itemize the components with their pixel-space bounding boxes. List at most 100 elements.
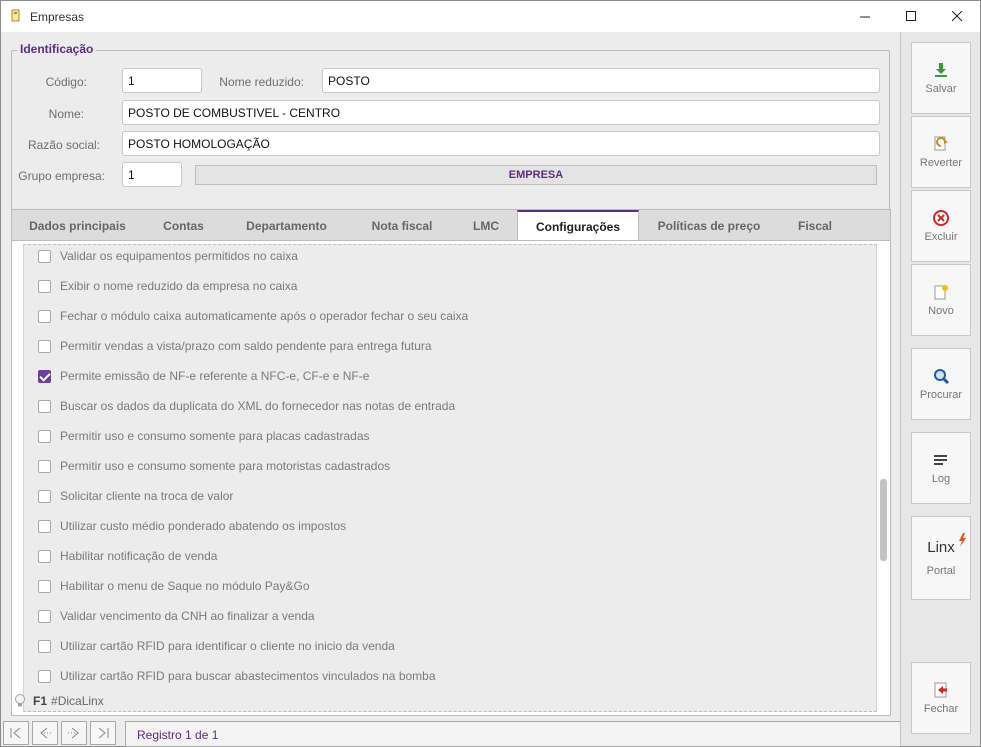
checkbox-checked[interactable]: [38, 369, 51, 383]
action-toolbar: Salvar Reverter Excluir Novo Procurar Lo…: [900, 32, 980, 746]
last-record-button[interactable]: [90, 721, 116, 745]
last-icon: [98, 727, 109, 739]
grupo-empresa-name: EMPRESA: [195, 165, 877, 185]
codigo-field[interactable]: 1: [122, 68, 202, 93]
delete-icon: [933, 210, 949, 226]
nome-reduzido-field[interactable]: POSTO: [322, 68, 880, 93]
checkbox[interactable]: [38, 429, 51, 443]
vertical-scrollbar[interactable]: [879, 244, 889, 712]
option-label: Exibir o nome reduzido da empresa no cai…: [60, 279, 298, 293]
close-icon: [951, 11, 962, 22]
tab-nota-fiscal[interactable]: Nota fiscal: [349, 210, 455, 241]
app-icon: [11, 9, 20, 22]
linx-logo: Linx: [927, 533, 967, 563]
tab-lmc[interactable]: LMC: [455, 210, 517, 241]
next-icon: [68, 727, 79, 739]
option-item[interactable]: Habilitar o menu de Saque no módulo Pay&…: [38, 577, 310, 595]
checkbox[interactable]: [38, 339, 51, 353]
option-item[interactable]: Permite emissão de NF-e referente a NFC-…: [38, 367, 369, 385]
first-icon: [10, 727, 21, 739]
checkbox[interactable]: [38, 399, 51, 413]
option-item[interactable]: Buscar os dados da duplicata do XML do f…: [38, 397, 455, 415]
checkbox[interactable]: [38, 579, 51, 593]
checkbox[interactable]: [38, 309, 51, 323]
novo-button[interactable]: Novo: [911, 264, 971, 336]
option-item[interactable]: Validar os equipamentos permitidos no ca…: [38, 247, 298, 265]
checkbox[interactable]: [38, 279, 51, 293]
checkbox[interactable]: [38, 609, 51, 623]
tip-text: #DicaLinx: [51, 694, 104, 708]
record-navigator: Registro 1 de 1: [1, 719, 900, 747]
tab-configuracoes[interactable]: Configurações: [517, 210, 639, 242]
revert-icon: [934, 136, 948, 151]
option-item[interactable]: Solicitar cliente na troca de valor: [38, 487, 233, 505]
options-list: Validar os equipamentos permitidos no ca…: [23, 244, 877, 712]
option-label: Utilizar cartão RFID para identificar o …: [60, 639, 395, 653]
portal-button[interactable]: Linx Portal: [911, 516, 971, 600]
app-window: Empresas Identificação Código: 1 Nome re…: [0, 0, 981, 747]
razao-social-label: Razão social:: [27, 138, 100, 152]
checkbox[interactable]: [38, 459, 51, 473]
option-label: Permitir uso e consumo somente para plac…: [60, 429, 370, 443]
novo-label: Novo: [928, 305, 954, 317]
salvar-label: Salvar: [925, 83, 957, 95]
option-label: Validar os equipamentos permitidos no ca…: [60, 249, 298, 263]
option-item[interactable]: Permitir uso e consumo somente para moto…: [38, 457, 390, 475]
option-item[interactable]: Utilizar cartão RFID para identificar o …: [38, 637, 395, 655]
identificacao-title: Identificação: [17, 42, 97, 56]
configuracoes-panel: Validar os equipamentos permitidos no ca…: [11, 240, 891, 716]
fechar-button[interactable]: Fechar: [911, 662, 971, 734]
close-window-button[interactable]: [934, 1, 980, 32]
fechar-label: Fechar: [923, 703, 959, 715]
procurar-button[interactable]: Procurar: [911, 348, 971, 420]
razao-social-field[interactable]: POSTO HOMOLOGAÇÃO: [122, 131, 880, 156]
nome-field[interactable]: POSTO DE COMBUSTIVEL - CENTRO: [122, 100, 880, 125]
log-button[interactable]: Log: [911, 432, 971, 504]
minimize-button[interactable]: [842, 1, 888, 32]
first-record-button[interactable]: [3, 721, 29, 745]
next-record-button[interactable]: [61, 721, 87, 745]
option-item[interactable]: Exibir o nome reduzido da empresa no cai…: [38, 277, 297, 295]
checkbox[interactable]: [38, 669, 51, 683]
option-item[interactable]: Utilizar cartão RFID para buscar abastec…: [38, 667, 436, 685]
record-status: Registro 1 de 1: [125, 721, 900, 747]
title-bar: Empresas: [1, 1, 980, 32]
option-label: Buscar os dados da duplicata do XML do f…: [60, 399, 456, 413]
tab-dados-principais[interactable]: Dados principais: [12, 210, 143, 241]
scrollbar-thumb[interactable]: [880, 479, 887, 561]
option-item[interactable]: Utilizar custo médio ponderado abatendo …: [38, 517, 346, 535]
maximize-button[interactable]: [888, 1, 934, 32]
checkbox[interactable]: [38, 249, 51, 263]
option-label: Habilitar o menu de Saque no módulo Pay&…: [60, 579, 310, 593]
codigo-label: Código:: [45, 75, 87, 89]
log-list-icon: [934, 455, 947, 465]
option-item[interactable]: Permitir uso e consumo somente para plac…: [38, 427, 370, 445]
option-label: Fechar o módulo caixa automaticamente ap…: [60, 309, 469, 323]
checkbox[interactable]: [38, 549, 51, 563]
checkbox[interactable]: [38, 519, 51, 533]
excluir-button[interactable]: Excluir: [911, 190, 971, 262]
reverter-button[interactable]: Reverter: [911, 116, 971, 188]
option-item[interactable]: Validar vencimento da CNH ao finalizar a…: [38, 607, 315, 625]
tab-politicas-de-preco[interactable]: Políticas de preço: [639, 210, 779, 241]
option-label: Habilitar notificação de venda: [60, 549, 218, 563]
option-item[interactable]: Habilitar notificação de venda: [38, 547, 217, 565]
nome-label: Nome:: [48, 107, 84, 121]
salvar-button[interactable]: Salvar: [911, 42, 971, 114]
log-label: Log: [931, 473, 951, 485]
tab-departamento[interactable]: Departamento: [224, 210, 349, 241]
option-item[interactable]: Permitir vendas a vista/prazo com saldo …: [38, 337, 432, 355]
grupo-empresa-field[interactable]: 1: [122, 162, 182, 187]
previous-record-button[interactable]: [32, 721, 58, 745]
option-label: Utilizar cartão RFID para buscar abastec…: [60, 669, 436, 683]
dica-tip[interactable]: F1 #DicaLinx: [13, 693, 104, 709]
option-label: Permitir uso e consumo somente para moto…: [60, 459, 391, 473]
tab-contas[interactable]: Contas: [143, 210, 224, 241]
checkbox[interactable]: [38, 639, 51, 653]
checkbox[interactable]: [38, 489, 51, 503]
linx-spark-icon: [959, 533, 967, 547]
tab-fiscal[interactable]: Fiscal: [779, 210, 851, 241]
option-item[interactable]: Fechar o módulo caixa automaticamente ap…: [38, 307, 468, 325]
option-label: Permitir vendas a vista/prazo com saldo …: [60, 339, 432, 353]
grupo-empresa-label: Grupo empresa:: [18, 169, 105, 183]
